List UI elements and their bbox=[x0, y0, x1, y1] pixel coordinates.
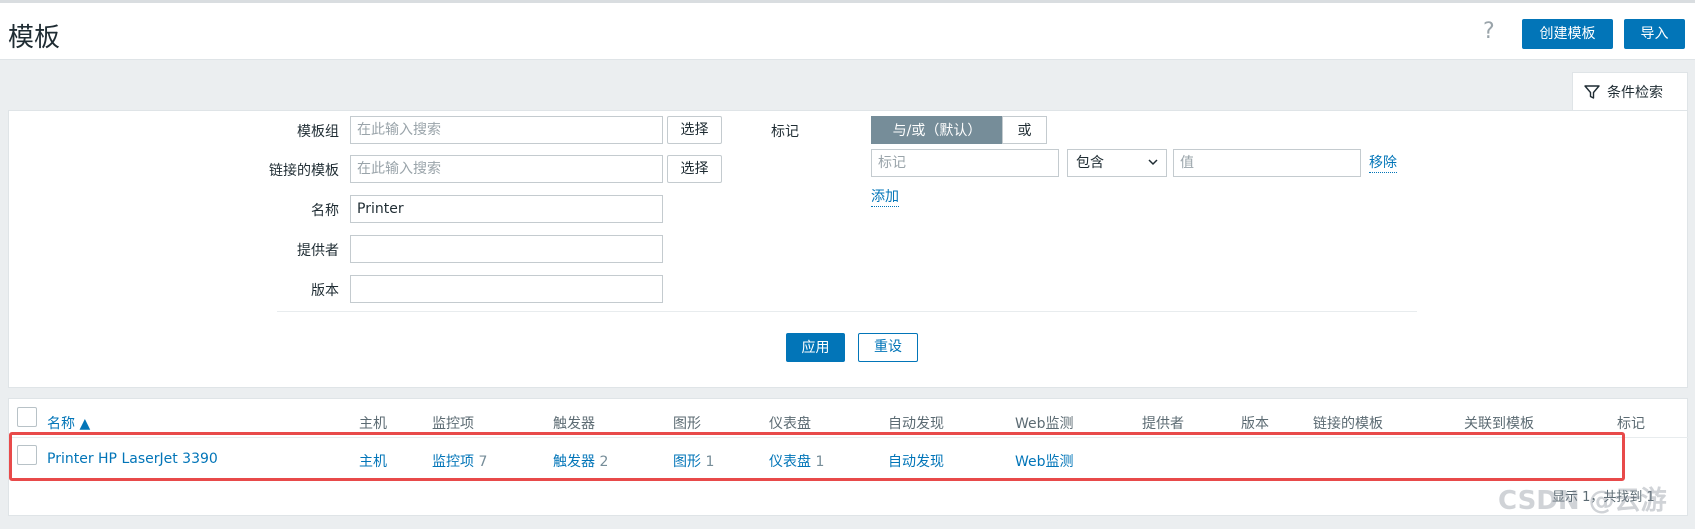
tag-value-input[interactable]: 值 bbox=[1173, 149, 1361, 177]
import-button[interactable]: 导入 bbox=[1624, 19, 1685, 49]
column-header-triggers: 触发器 bbox=[553, 416, 595, 432]
column-header-web: Web监测 bbox=[1015, 416, 1074, 432]
chevron-down-icon bbox=[1148, 159, 1158, 166]
filter-divider bbox=[277, 311, 1417, 312]
linked-templates-select-button[interactable]: 选择 bbox=[667, 155, 722, 183]
column-header-name[interactable]: 名称 ▲ bbox=[47, 413, 90, 433]
tag-name-input[interactable]: 标记 bbox=[871, 149, 1059, 177]
vendor-label: 提供者 bbox=[297, 243, 339, 259]
template-group-input[interactable]: 在此输入搜索 bbox=[350, 116, 663, 144]
reset-button[interactable]: 重设 bbox=[858, 333, 918, 362]
version-label: 版本 bbox=[311, 283, 339, 299]
vendor-input[interactable] bbox=[350, 235, 663, 263]
column-header-linked-templates: 链接的模板 bbox=[1313, 416, 1383, 432]
column-header-vendor: 提供者 bbox=[1142, 416, 1184, 432]
help-icon[interactable]: ? bbox=[1483, 19, 1495, 44]
linked-templates-input[interactable]: 在此输入搜索 bbox=[350, 155, 663, 183]
filter-tab-label: 条件检索 bbox=[1607, 84, 1663, 101]
name-label: 名称 bbox=[311, 203, 339, 219]
filter-funnel-icon bbox=[1584, 84, 1600, 99]
filter-panel: 模板组 在此输入搜索 选择 链接的模板 在此输入搜索 选择 名称 Printer… bbox=[8, 110, 1688, 388]
tags-or-toggle[interactable]: 或 bbox=[1002, 116, 1047, 144]
tag-add-link[interactable]: 添加 bbox=[871, 188, 899, 207]
apply-button[interactable]: 应用 bbox=[786, 333, 845, 362]
watermark: CSDN @云游 bbox=[1498, 486, 1667, 516]
tags-andor-toggle[interactable]: 与/或（默认） bbox=[871, 116, 1003, 144]
tag-operator-select[interactable]: 包含 bbox=[1067, 149, 1167, 177]
column-header-graphs: 图形 bbox=[673, 416, 701, 432]
page-header: 模板 ? 创建模板 导入 bbox=[0, 3, 1695, 60]
select-all-checkbox[interactable] bbox=[17, 407, 37, 427]
column-header-dashboards: 仪表盘 bbox=[769, 416, 811, 432]
template-group-label: 模板组 bbox=[297, 124, 339, 140]
page-title: 模板 bbox=[8, 23, 61, 53]
tags-label: 标记 bbox=[771, 124, 799, 140]
filter-tab[interactable]: 条件检索 bbox=[1572, 72, 1688, 110]
linked-templates-label: 链接的模板 bbox=[269, 163, 339, 179]
create-template-button[interactable]: 创建模板 bbox=[1522, 19, 1613, 49]
column-header-linked-to-templates: 关联到模板 bbox=[1464, 416, 1534, 432]
version-input[interactable] bbox=[350, 275, 663, 303]
tag-operator-value: 包含 bbox=[1076, 155, 1104, 171]
column-header-version: 版本 bbox=[1241, 416, 1269, 432]
column-header-hosts: 主机 bbox=[359, 416, 387, 432]
column-header-discovery: 自动发现 bbox=[888, 416, 944, 432]
tag-remove-link[interactable]: 移除 bbox=[1369, 154, 1397, 173]
column-header-items: 监控项 bbox=[432, 416, 474, 432]
name-input[interactable]: Printer bbox=[350, 195, 663, 223]
column-header-tags: 标记 bbox=[1617, 416, 1645, 432]
highlight-box bbox=[9, 432, 1625, 481]
